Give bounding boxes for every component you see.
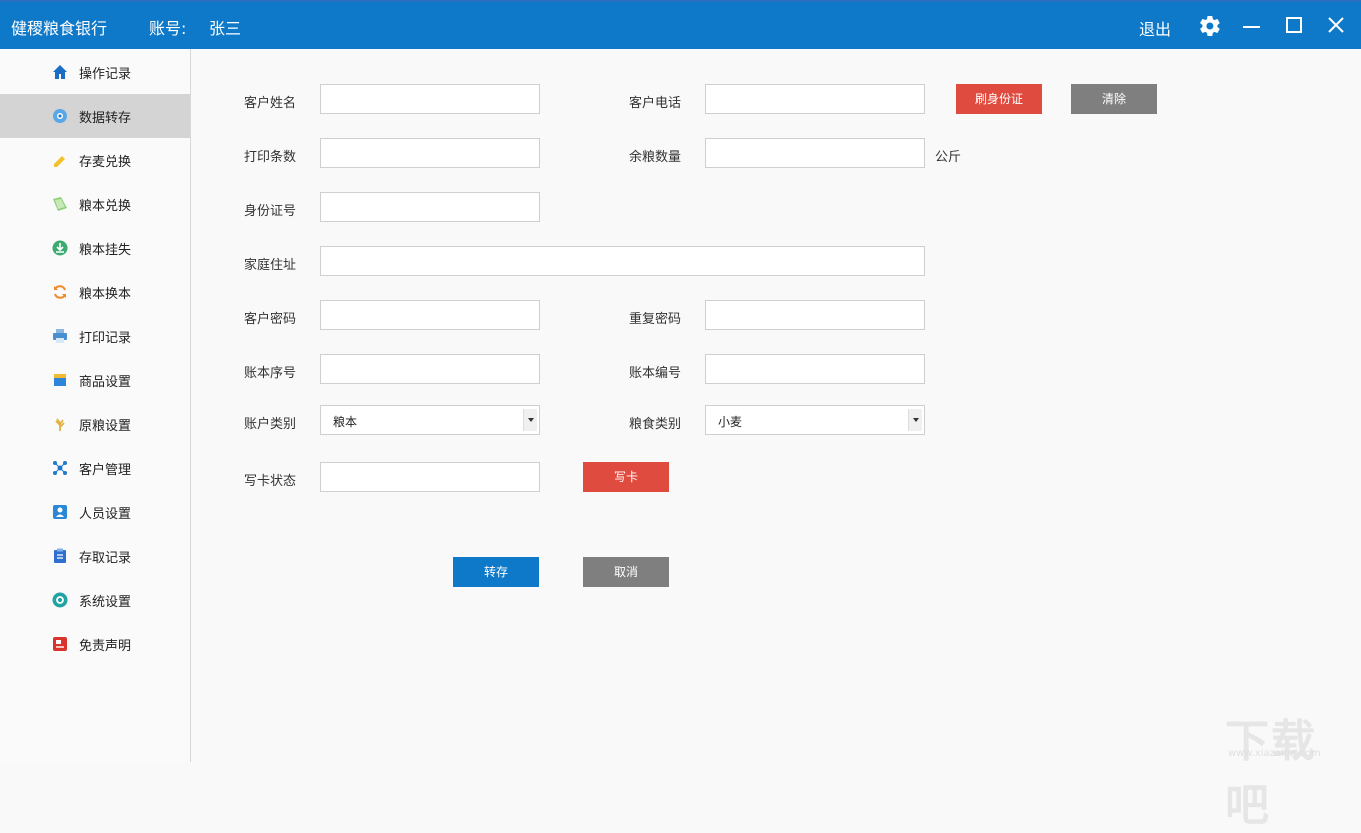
sidebar-item-raw-grain-settings[interactable]: 原粮设置 bbox=[0, 402, 190, 446]
settings-icon bbox=[52, 592, 68, 608]
grain-type-select[interactable]: 小麦 bbox=[705, 405, 925, 435]
sidebar-item-label: 粮本挂失 bbox=[79, 243, 132, 258]
id-number-field[interactable] bbox=[320, 192, 540, 222]
account-label: 账号: bbox=[149, 19, 187, 38]
sidebar-item-system-settings[interactable]: 系统设置 bbox=[0, 578, 190, 622]
account-type-label: 账户类别 bbox=[244, 417, 297, 432]
sidebar-item-deposit-log[interactable]: 存取记录 bbox=[0, 534, 190, 578]
account-type-value: 粮本 bbox=[333, 415, 358, 429]
account-type-select[interactable]: 粮本 bbox=[320, 405, 540, 435]
chevron-down-icon[interactable] bbox=[908, 409, 922, 431]
refresh-icon bbox=[52, 284, 68, 300]
network-icon bbox=[52, 460, 68, 476]
app-title: 健稷粮食银行 bbox=[11, 19, 108, 38]
sidebar-item-label: 打印记录 bbox=[79, 331, 132, 346]
sidebar-item-customer-management[interactable]: 客户管理 bbox=[0, 446, 190, 490]
customer-name-label: 客户姓名 bbox=[244, 96, 297, 111]
customer-phone-field[interactable] bbox=[705, 84, 925, 114]
print-count-label: 打印条数 bbox=[244, 150, 297, 165]
card-status-field[interactable] bbox=[320, 462, 540, 492]
download-icon bbox=[52, 240, 68, 256]
close-icon[interactable] bbox=[1324, 14, 1348, 38]
grain-balance-field[interactable] bbox=[705, 138, 925, 168]
document-icon bbox=[52, 636, 68, 652]
address-label: 家庭住址 bbox=[244, 258, 297, 273]
title-bar: 健稷粮食银行 账号: 张三 退出 bbox=[0, 0, 1361, 49]
ledger-seq-label: 账本序号 bbox=[244, 366, 297, 381]
repeat-password-label: 重复密码 bbox=[629, 312, 682, 327]
sidebar-item-label: 商品设置 bbox=[79, 375, 132, 390]
sidebar-item-label: 存麦兑换 bbox=[79, 155, 132, 170]
book-icon bbox=[52, 196, 68, 212]
sidebar-item-print-log[interactable]: 打印记录 bbox=[0, 314, 190, 358]
customer-phone-label: 客户电话 bbox=[629, 96, 682, 111]
clipboard-icon bbox=[52, 548, 68, 564]
sidebar-item-operation-log[interactable]: 操作记录 bbox=[0, 50, 190, 94]
sidebar-item-label: 客户管理 bbox=[79, 463, 132, 478]
sidebar-item-label: 粮本换本 bbox=[79, 287, 132, 302]
ledger-seq-field[interactable] bbox=[320, 354, 540, 384]
grain-type-value: 小麦 bbox=[718, 415, 743, 429]
sidebar-item-label: 粮本兑换 bbox=[79, 199, 132, 214]
cancel-button[interactable]: 取消 bbox=[583, 557, 669, 587]
sidebar-item-goods-settings[interactable]: 商品设置 bbox=[0, 358, 190, 402]
save-transfer-button[interactable]: 转存 bbox=[453, 557, 539, 587]
id-number-label: 身份证号 bbox=[244, 204, 297, 219]
watermark-logo: 下载吧 bbox=[1225, 716, 1317, 831]
clear-button[interactable]: 清除 bbox=[1071, 84, 1157, 114]
sidebar-item-label: 人员设置 bbox=[79, 507, 132, 522]
sidebar-item-data-transfer[interactable]: 数据转存 bbox=[0, 94, 190, 138]
sidebar-item-disclaimer[interactable]: 免责声明 bbox=[0, 622, 190, 666]
maximize-icon[interactable] bbox=[1282, 14, 1306, 38]
goods-icon bbox=[52, 372, 68, 388]
sidebar-item-book-renew[interactable]: 粮本换本 bbox=[0, 270, 190, 314]
card-status-label: 写卡状态 bbox=[244, 474, 297, 489]
grain-type-label: 粮食类别 bbox=[629, 417, 682, 432]
repeat-password-field[interactable] bbox=[705, 300, 925, 330]
wheat-icon bbox=[52, 416, 68, 432]
password-field[interactable] bbox=[320, 300, 540, 330]
password-label: 客户密码 bbox=[244, 312, 297, 327]
logout-button[interactable]: 退出 bbox=[1139, 16, 1171, 40]
sidebar-item-label: 操作记录 bbox=[79, 67, 132, 82]
swipe-id-card-button[interactable]: 刷身份证 bbox=[956, 84, 1042, 114]
chevron-down-icon[interactable] bbox=[523, 409, 537, 431]
sidebar-item-label: 存取记录 bbox=[79, 551, 132, 566]
sidebar-item-label: 数据转存 bbox=[79, 111, 132, 126]
grain-balance-unit: 公斤 bbox=[935, 150, 962, 165]
print-count-field[interactable] bbox=[320, 138, 540, 168]
sidebar-item-staff-settings[interactable]: 人员设置 bbox=[0, 490, 190, 534]
watermark-url: www.xiazaiba.com bbox=[1228, 748, 1321, 759]
sidebar-item-wheat-exchange[interactable]: 存麦兑换 bbox=[0, 138, 190, 182]
ledger-no-field[interactable] bbox=[705, 354, 925, 384]
sidebar-item-label: 系统设置 bbox=[79, 595, 132, 610]
transfer-form: 客户姓名 客户电话 刷身份证 清除 打印条数 余粮数量 公斤 身份证号 家庭住址… bbox=[192, 49, 1361, 762]
customer-name-field[interactable] bbox=[320, 84, 540, 114]
user-badge-icon bbox=[52, 504, 68, 520]
ledger-no-label: 账本编号 bbox=[629, 366, 682, 381]
write-card-button[interactable]: 写卡 bbox=[583, 462, 669, 492]
gear-icon[interactable] bbox=[1198, 14, 1222, 38]
sidebar: 操作记录 数据转存 存麦兑换 粮本兑换 粮本挂失 粮本换本 打印记录 商品设置 … bbox=[0, 49, 191, 762]
pencil-icon bbox=[52, 152, 68, 168]
account-name: 张三 bbox=[209, 19, 242, 38]
sidebar-item-label: 原粮设置 bbox=[79, 419, 132, 434]
sidebar-item-book-exchange[interactable]: 粮本兑换 bbox=[0, 182, 190, 226]
home-icon bbox=[52, 64, 68, 80]
sidebar-item-label: 免责声明 bbox=[79, 639, 132, 654]
minimize-icon[interactable] bbox=[1240, 14, 1264, 38]
sidebar-item-book-loss[interactable]: 粮本挂失 bbox=[0, 226, 190, 270]
printer-icon bbox=[52, 328, 68, 344]
grain-balance-label: 余粮数量 bbox=[629, 150, 682, 165]
transfer-icon bbox=[52, 108, 68, 124]
address-field[interactable] bbox=[320, 246, 925, 276]
